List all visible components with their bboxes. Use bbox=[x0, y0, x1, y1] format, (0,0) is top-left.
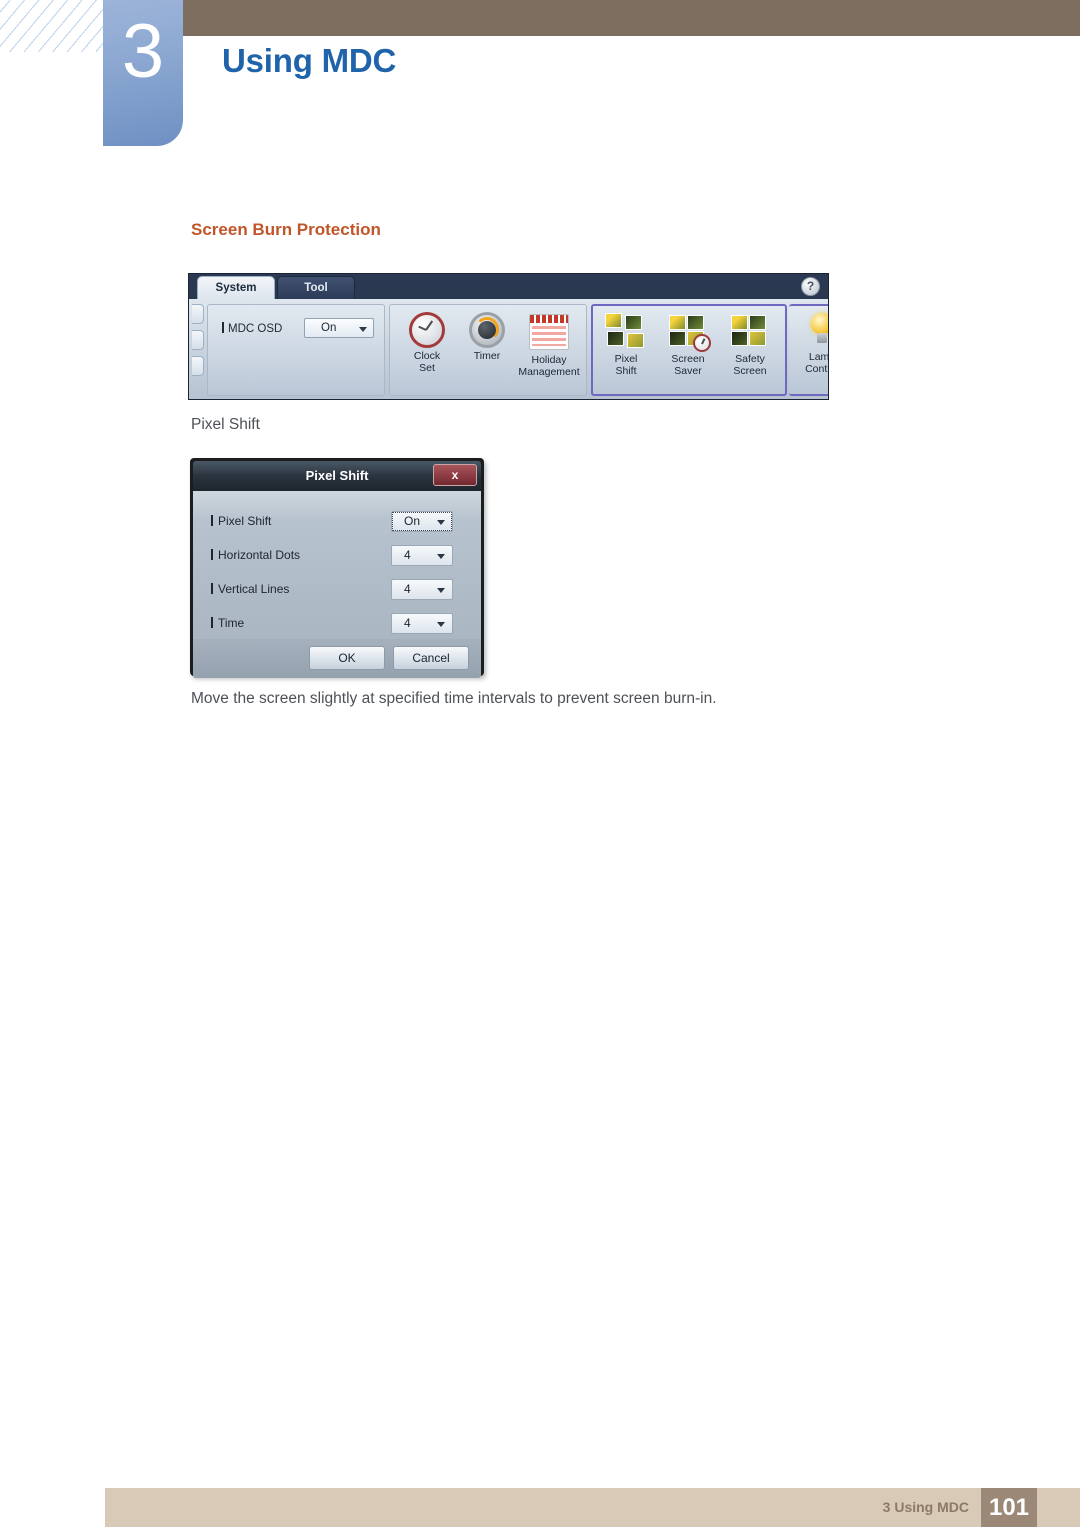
chapter-badge: 3 bbox=[103, 0, 183, 146]
tool-label-line2: Control bbox=[805, 363, 828, 375]
tool-timer[interactable]: Timer bbox=[456, 310, 518, 392]
header-band bbox=[178, 0, 1080, 36]
tab-tool[interactable]: Tool bbox=[277, 276, 355, 299]
row-time: Time 4 bbox=[193, 611, 481, 638]
body-text: Move the screen slightly at specified ti… bbox=[191, 690, 717, 707]
clock-icon bbox=[409, 312, 445, 348]
tab-row: System Tool ? bbox=[189, 274, 828, 299]
tool-label-line1: Safety bbox=[735, 353, 765, 365]
group-mdc-osd: MDC OSD On bbox=[207, 304, 385, 396]
pixel-grid-icon bbox=[605, 313, 645, 349]
chevron-down-icon bbox=[437, 588, 445, 593]
timer-icon bbox=[469, 312, 505, 348]
close-icon[interactable]: x bbox=[433, 464, 477, 486]
lightbulb-icon bbox=[805, 313, 828, 349]
page-number: 101 bbox=[981, 1488, 1037, 1527]
row-label: Horizontal Dots bbox=[218, 548, 301, 562]
footer-chapter-label: 3 Using MDC bbox=[882, 1499, 969, 1515]
time-select[interactable]: 4 bbox=[391, 613, 453, 634]
chevron-down-icon bbox=[437, 622, 445, 627]
chapter-number: 3 bbox=[121, 9, 165, 94]
decorative-hatch-pattern bbox=[0, 0, 103, 52]
row-label: Pixel Shift bbox=[218, 514, 272, 528]
calendar-icon bbox=[529, 314, 569, 350]
mdc-toolbar-screenshot: System Tool ? MDC OSD On Clock Set Timer… bbox=[188, 273, 829, 400]
tool-label-line2: Screen bbox=[733, 365, 767, 377]
tool-screen-saver[interactable]: Screen Saver bbox=[657, 311, 719, 393]
tool-label-line2: Saver bbox=[674, 365, 702, 377]
tool-label-line2: Set bbox=[419, 362, 435, 374]
chevron-down-icon bbox=[437, 520, 445, 525]
tool-label-line1: Screen bbox=[671, 353, 705, 365]
tab-system[interactable]: System bbox=[197, 276, 275, 299]
row-vertical-lines: Vertical Lines 4 bbox=[193, 577, 481, 604]
tool-safety-screen[interactable]: Safety Screen bbox=[719, 311, 781, 393]
row-label: Time bbox=[218, 616, 245, 630]
horizontal-dots-select[interactable]: 4 bbox=[391, 545, 453, 566]
screen-saver-icon bbox=[669, 315, 711, 352]
safety-screen-icon bbox=[731, 315, 769, 349]
tool-label-line2: Shift bbox=[615, 365, 637, 377]
tool-pixel-shift[interactable]: Pixel Shift bbox=[595, 311, 657, 393]
chevron-down-icon bbox=[359, 327, 367, 332]
tool-label-line1: Timer bbox=[473, 350, 501, 362]
tool-label-line1: Holiday bbox=[531, 354, 567, 366]
tool-label-line1: Pixel bbox=[614, 353, 638, 365]
cancel-button[interactable]: Cancel bbox=[393, 646, 469, 670]
section-heading: Screen Burn Protection bbox=[191, 220, 381, 239]
row-label: Vertical Lines bbox=[218, 582, 290, 596]
vertical-lines-select[interactable]: 4 bbox=[391, 579, 453, 600]
page-title: Using MDC bbox=[222, 42, 397, 79]
group-schedule-tools: Clock Set Timer Holiday Management bbox=[389, 304, 587, 396]
footer-bar: 3 Using MDC 101 bbox=[105, 1488, 1080, 1527]
chevron-down-icon bbox=[437, 554, 445, 559]
group-lamp-control: Lamp Control bbox=[789, 304, 829, 396]
dialog-footer: OK Cancel bbox=[193, 639, 481, 678]
tool-label-line1: Lamp bbox=[808, 351, 829, 363]
pixel-shift-dialog-screenshot: Pixel Shift x Pixel Shift On Horizontal … bbox=[190, 458, 484, 678]
row-pixel-shift: Pixel Shift On bbox=[193, 509, 481, 536]
left-button-stubs bbox=[192, 304, 204, 396]
mdc-osd-select[interactable]: On bbox=[304, 318, 374, 338]
tool-clock-set[interactable]: Clock Set bbox=[396, 310, 458, 392]
tool-label-line1: Clock bbox=[413, 350, 441, 362]
dialog-body: Pixel Shift On Horizontal Dots 4 Vertica… bbox=[193, 491, 481, 639]
dialog-titlebar: Pixel Shift x bbox=[193, 461, 481, 491]
pixel-shift-select[interactable]: On bbox=[391, 511, 453, 532]
mdc-osd-label: MDC OSD bbox=[222, 322, 282, 335]
help-icon[interactable]: ? bbox=[801, 277, 820, 296]
tool-label-line2: Management bbox=[518, 366, 580, 378]
group-screen-burn-protection: Pixel Shift Screen Saver Safety Screen bbox=[591, 304, 787, 396]
ok-button[interactable]: OK bbox=[309, 646, 385, 670]
toolbar-panel: MDC OSD On Clock Set Timer Holiday Manag… bbox=[189, 299, 829, 399]
row-horizontal-dots: Horizontal Dots 4 bbox=[193, 543, 481, 570]
tool-holiday-management[interactable]: Holiday Management bbox=[514, 310, 584, 392]
sub-heading: Pixel Shift bbox=[191, 416, 260, 433]
tool-lamp-control[interactable]: Lamp Control bbox=[791, 311, 829, 393]
